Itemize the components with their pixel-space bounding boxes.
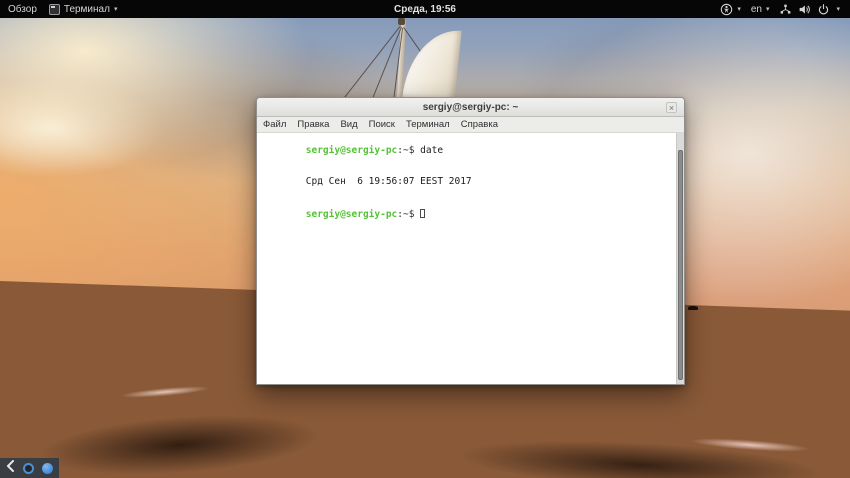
- terminal-content[interactable]: sergiy@sergiy-pc:~$ date Срд Сен 6 19:56…: [257, 133, 684, 384]
- command-output: Срд Сен 6 19:56:07 EEST 2017: [306, 176, 472, 187]
- terminal-menubar: Файл Правка Вид Поиск Терминал Справка: [257, 117, 684, 133]
- terminal-app-icon: [49, 4, 60, 15]
- desktop: Обзор Терминал ▾ Среда, 19:56 ▾: [0, 0, 850, 478]
- activities-label: Обзор: [8, 4, 37, 15]
- app-menu-terminal[interactable]: Терминал ▾: [49, 0, 118, 18]
- terminal-line: Срд Сен 6 19:56:07 EEST 2017: [260, 167, 672, 199]
- window-title: sergiy@sergiy-pc: ~: [423, 102, 519, 113]
- menu-terminal[interactable]: Терминал: [406, 119, 450, 130]
- back-chevron-icon[interactable]: [6, 459, 15, 477]
- power-icon: [817, 3, 830, 16]
- menu-view[interactable]: Вид: [340, 119, 357, 130]
- distant-boat: [688, 306, 698, 310]
- terminal-scrollbar[interactable]: [676, 133, 684, 384]
- blue-circle-icon[interactable]: [42, 463, 53, 474]
- terminal-cursor: [420, 209, 425, 218]
- chevron-down-icon: ▾: [737, 6, 741, 13]
- activities-button[interactable]: Обзор: [8, 0, 37, 18]
- system-status-menu[interactable]: ▾: [779, 0, 840, 18]
- clock-label: Среда, 19:56: [394, 4, 456, 15]
- terminal-line: sergiy@sergiy-pc:~$: [260, 198, 672, 231]
- clock-button[interactable]: Среда, 19:56: [394, 0, 456, 18]
- menu-help[interactable]: Справка: [461, 119, 498, 130]
- prompt-suffix: :~$: [397, 209, 420, 220]
- chevron-down-icon: ▾: [836, 6, 840, 13]
- command-text: date: [420, 145, 443, 156]
- keyboard-layout-label: en: [751, 4, 762, 15]
- menu-file[interactable]: Файл: [263, 119, 286, 130]
- prompt-user-host: sergiy@sergiy-pc: [306, 209, 398, 220]
- terminal-window: sergiy@sergiy-pc: ~ × Файл Правка Вид По…: [256, 97, 685, 385]
- chevron-down-icon: ▾: [766, 6, 770, 13]
- prompt-user-host: sergiy@sergiy-pc: [306, 145, 398, 156]
- volume-icon: [798, 3, 811, 16]
- top-panel: Обзор Терминал ▾ Среда, 19:56 ▾: [0, 0, 850, 18]
- bottom-overlay-bar: [0, 458, 59, 478]
- network-icon: [779, 3, 792, 16]
- accessibility-menu[interactable]: ▾: [720, 0, 741, 18]
- window-titlebar[interactable]: sergiy@sergiy-pc: ~ ×: [257, 98, 684, 117]
- chevron-down-icon: ▾: [114, 6, 118, 13]
- scrollbar-thumb[interactable]: [678, 150, 683, 380]
- accessibility-icon: [720, 3, 733, 16]
- menu-search[interactable]: Поиск: [369, 119, 395, 130]
- ring-icon[interactable]: [23, 463, 34, 474]
- close-icon: ×: [669, 103, 674, 113]
- sailboat-masthead: [398, 18, 405, 25]
- keyboard-layout-menu[interactable]: en ▾: [751, 0, 770, 18]
- terminal-line: sergiy@sergiy-pc:~$ date: [260, 135, 672, 167]
- app-menu-label: Терминал: [64, 4, 110, 15]
- menu-edit[interactable]: Правка: [297, 119, 329, 130]
- close-button[interactable]: ×: [666, 102, 677, 113]
- prompt-suffix: :~$: [397, 145, 420, 156]
